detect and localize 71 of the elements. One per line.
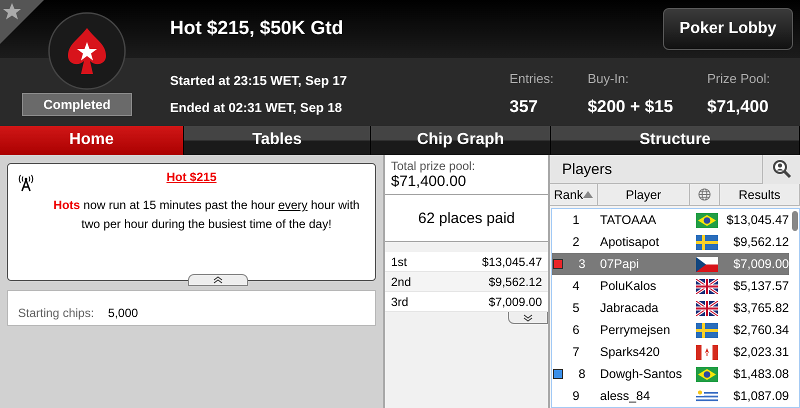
places-paid: 62 places paid [418, 210, 515, 226]
players-title: Players [561, 160, 612, 178]
player-result: $9,562.12 [732, 235, 789, 249]
player-rank: 5 [572, 301, 580, 315]
player-name: Jabracada [600, 301, 660, 315]
tab[interactable]: Home [0, 126, 184, 155]
player-name: TATOAAA [600, 213, 658, 227]
player-result: $1,483.08 [732, 367, 789, 381]
player-result: $2,023.31 [732, 345, 789, 359]
player-name: Sparks420 [600, 345, 661, 359]
column-header[interactable]: Results [720, 184, 800, 205]
sort-arrow-icon [583, 191, 594, 198]
end-time: Ended at 02:31 WET, Sep 18 [170, 100, 343, 116]
announcement-title[interactable]: Hot $215 [166, 170, 217, 184]
player-result: $3,765.82 [732, 301, 789, 315]
chevron-down-icon [523, 314, 533, 322]
scrollbar[interactable] [792, 211, 798, 231]
tournament-title: Hot $215, $50K Gtd [170, 18, 344, 40]
player-rank: 3 [578, 257, 586, 271]
player-rank: 7 [572, 345, 580, 359]
player-result: $13,045.47 [725, 213, 789, 227]
column-header[interactable]: Rank [550, 184, 598, 205]
player-result: $7,009.00 [732, 257, 789, 271]
stat-value: 357 [509, 96, 539, 117]
tab[interactable]: Chip Graph [371, 126, 551, 155]
starting-chips-value: 5,000 [108, 306, 138, 320]
stat-label: Prize Pool: [707, 71, 770, 86]
stat-label: Entries: [509, 71, 554, 86]
start-time: Started at 23:15 WET, Sep 17 [170, 72, 348, 88]
antenna-icon [18, 174, 34, 192]
stat-value: $71,400 [707, 96, 770, 117]
player-name: Perrymejsen [600, 323, 672, 337]
player-result: $5,137.57 [732, 279, 789, 293]
prize-place: 1st [391, 254, 408, 268]
tab[interactable]: Tables [184, 126, 371, 155]
prize-place: 2nd [391, 274, 412, 288]
poker-lobby-button[interactable]: Poker Lobby [663, 8, 793, 50]
player-result: $1,087.09 [732, 389, 789, 403]
player-rank: 4 [572, 279, 580, 293]
starting-chips-label: Starting chips: [18, 306, 94, 320]
player-name: 07Papi [600, 257, 640, 271]
search-icon [772, 159, 792, 179]
chevron-up-icon [213, 276, 223, 284]
prize-amount: $9,562.12 [488, 274, 542, 288]
stat-value: $200 + $15 [588, 96, 674, 117]
expand-button[interactable] [508, 312, 548, 324]
player-rank: 1 [572, 213, 580, 227]
player-rank: 6 [572, 323, 580, 337]
player-rank: 2 [572, 235, 580, 249]
status-ribbon: Completed [22, 93, 132, 116]
player-result: $2,760.34 [732, 323, 789, 337]
stat-label: Buy-In: [588, 71, 630, 86]
player-name: aless_84 [600, 389, 652, 403]
player-name: PoluKalos [600, 279, 658, 293]
star-icon[interactable] [0, 0, 44, 44]
globe-icon [698, 188, 711, 201]
prize-amount: $13,045.47 [482, 254, 542, 268]
search-button[interactable] [762, 154, 800, 184]
prize-place: 3rd [391, 294, 408, 308]
prize-amount: $7,009.00 [488, 294, 542, 308]
column-header[interactable]: Player [598, 184, 690, 205]
prize-pool-label: Total prize pool: [391, 159, 476, 173]
player-name: Apotisapot [600, 235, 660, 249]
tab[interactable]: Structure [551, 126, 800, 155]
announcement-text: Hots now run at 15 minutes past the hour every hour with two per hour during the busiest time of the day! [52, 197, 361, 233]
player-rank: 9 [572, 389, 580, 403]
prize-pool-total: $71,400.00 [391, 173, 468, 190]
player-row[interactable]: 3 07Papi $7,009.00 [552, 253, 789, 275]
player-rank: 8 [578, 367, 586, 381]
player-name: Dowgh-Santos [600, 367, 683, 381]
collapse-button[interactable] [188, 274, 248, 286]
